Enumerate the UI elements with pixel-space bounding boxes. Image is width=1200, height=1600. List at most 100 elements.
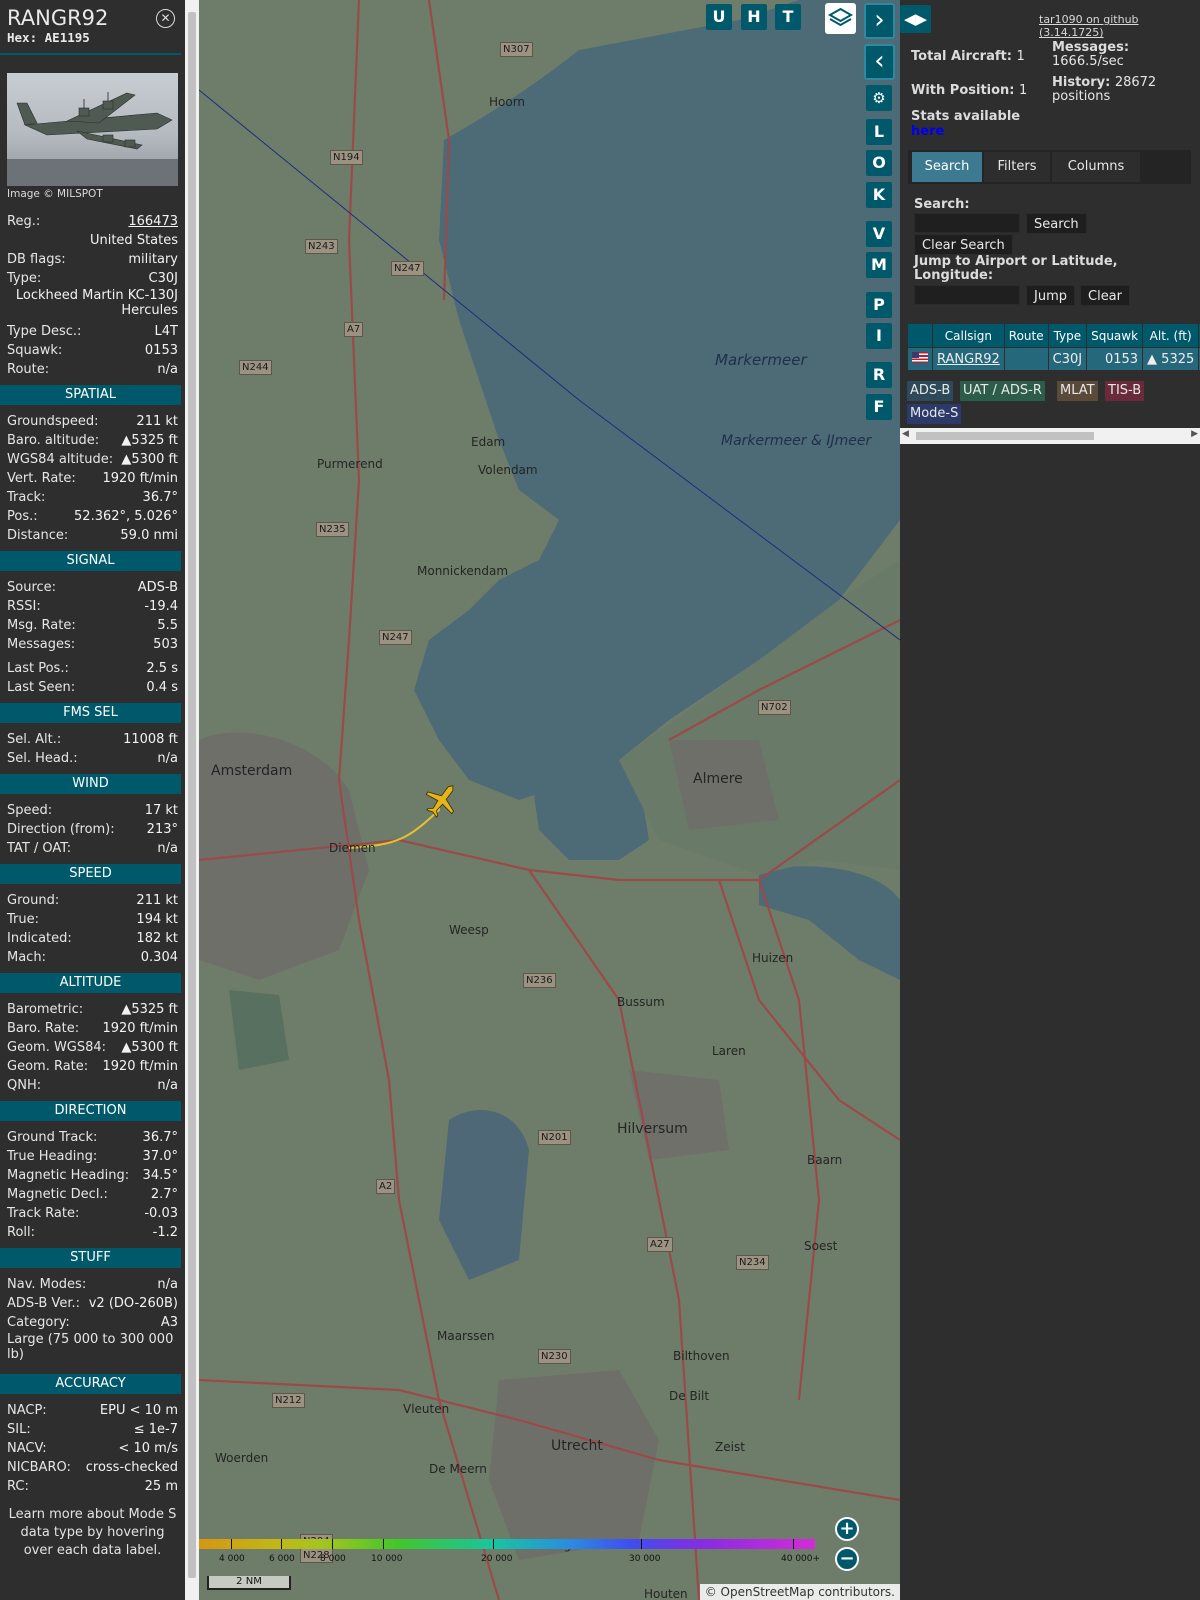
callsign-cell[interactable]: RANGR92 [932,347,1005,371]
info-label[interactable]: Sel. Alt.: [7,730,61,749]
info-label[interactable]: WGS84 altitude: [7,450,113,469]
info-label[interactable]: Vert. Rate: [7,469,76,488]
toggle-sidebar-icon[interactable]: ◀▶ [900,5,931,33]
map-button-u[interactable]: U [706,4,732,30]
details-list: Reg.: 166473 United States DB flags: militar… [0,212,185,379]
close-icon[interactable]: ✕ [156,9,175,28]
info-label[interactable]: Direction (from): [7,820,115,839]
map-button-h[interactable]: H [741,4,767,30]
expand-chevron-right-icon[interactable]: › [864,3,895,39]
info-label[interactable]: Ground Track: [7,1128,97,1147]
column-header[interactable]: Type [1047,323,1088,348]
info-label[interactable]: Speed: [7,801,52,820]
info-label[interactable]: Sel. Head.: [7,749,78,768]
messages-label: Messages: [1052,40,1130,55]
info-label[interactable]: ADS-B Ver.: [7,1294,80,1313]
search-input[interactable] [914,213,1020,233]
info-label[interactable]: Last Seen: [7,678,75,697]
info-label[interactable]: QNH: [7,1076,41,1095]
info-label[interactable]: Nav. Modes: [7,1275,86,1294]
clear-button[interactable]: Clear [1080,285,1130,306]
aircraft-list-panel: ◀▶ tar1090 on github (3.14.1725) Total A… [900,0,1200,1600]
info-label[interactable]: Source: [7,578,56,597]
info-label[interactable]: NACP: [7,1401,47,1420]
scroll-left-icon[interactable]: ◀ [902,429,909,439]
info-label[interactable]: Track: [7,488,45,507]
jump-input[interactable] [914,285,1020,305]
table-hscrollbar[interactable]: ◀ ▶ [900,428,1200,444]
info-label[interactable]: Geom. Rate: [7,1057,88,1076]
map-button-v[interactable]: V [866,221,892,247]
info-row: TAT / OAT: n/a [0,839,185,858]
info-label[interactable]: RC: [7,1477,29,1496]
attribution-rest: contributors. [814,1585,895,1599]
settings-gear-icon[interactable]: ⚙ [866,85,892,111]
info-label[interactable]: Baro. altitude: [7,431,99,450]
info-value: ADS-B [137,580,178,595]
info-label[interactable]: TAT / OAT: [7,839,71,858]
info-label[interactable]: Msg. Rate: [7,616,76,635]
tab-columns[interactable]: Columns [1052,152,1140,182]
column-header[interactable]: Callsign [932,323,1005,348]
info-label[interactable]: Indicated: [7,929,72,948]
info-label[interactable]: Category: [7,1313,70,1332]
aircraft-photo[interactable] [7,73,178,186]
search-button[interactable]: Search [1026,213,1087,234]
zoom-out-icon[interactable]: − [835,1547,859,1571]
info-label[interactable]: Baro. Rate: [7,1019,79,1038]
stats-link[interactable]: here [911,124,944,139]
info-label[interactable]: NICBARO: [7,1458,71,1477]
map-button-f[interactable]: F [866,394,892,420]
map-button-t[interactable]: T [775,4,801,30]
map-button-i[interactable]: I [866,323,892,349]
info-label[interactable]: NACV: [7,1439,47,1458]
table-row[interactable]: RANGR92 C30J 0153 ▲ 5325 [907,347,1200,371]
tab-filters[interactable]: Filters [984,152,1050,182]
github-link[interactable]: tar1090 on github (3.14.1725) [1039,13,1200,39]
info-label[interactable]: Barometric: [7,1000,83,1019]
info-label[interactable]: Mach: [7,948,46,967]
info-label[interactable]: SIL: [7,1420,31,1439]
tab-search[interactable]: Search [912,152,982,182]
map-button-r[interactable]: R [866,362,892,388]
info-label[interactable]: RSSI: [7,597,41,616]
info-scrollbar[interactable] [185,0,199,1600]
detail-value[interactable]: 166473 [128,212,178,231]
info-label[interactable]: Distance: [7,526,68,545]
map[interactable]: Hoorn Purmerend Edam Volendam Monnickendam Am… [199,0,900,1600]
info-label[interactable]: Track Rate: [7,1204,79,1223]
hscroll-thumb[interactable] [916,432,1094,440]
column-header[interactable]: Alt. (ft) [1142,323,1200,348]
info-label[interactable]: Geom. WGS84: [7,1038,106,1057]
jump-button[interactable]: Jump [1026,285,1075,306]
info-label[interactable]: Ground: [7,891,59,910]
map-button-k[interactable]: K [866,182,892,208]
map-button-o[interactable]: O [866,150,892,176]
info-label[interactable]: Last Pos.: [7,659,69,678]
info-label[interactable]: Messages: [7,635,75,654]
map-button-m[interactable]: M [866,252,892,278]
map-button-l[interactable]: L [866,119,892,145]
layers-icon[interactable] [825,3,856,34]
zoom-in-icon[interactable]: + [835,1517,859,1541]
scroll-right-icon[interactable]: ▶ [1191,429,1198,439]
callsign-link[interactable]: RANGR92 [937,352,1000,367]
osm-link[interactable]: OpenStreetMap [721,1585,815,1599]
scroll-thumb[interactable] [188,12,196,1578]
info-label[interactable]: Pos.: [7,507,38,526]
column-header[interactable]: Squawk [1086,323,1144,348]
info-label[interactable]: Groundspeed: [7,412,98,431]
map-button-p[interactable]: P [866,292,892,318]
info-label[interactable]: Magnetic Decl.: [7,1185,108,1204]
column-header[interactable]: Route [1003,323,1049,348]
detail-row: DB flags: military [0,250,185,269]
clear-search-button[interactable]: Clear Search [914,234,1013,255]
collapse-chevron-left-icon[interactable]: ‹ [864,44,895,80]
info-label[interactable]: True Heading: [7,1147,97,1166]
info-label[interactable]: True: [7,910,39,929]
info-label[interactable]: Roll: [7,1223,35,1242]
info-label[interactable]: Large (75 000 to 300 000 lb) [7,1332,178,1368]
place-label: Utrecht [551,1438,603,1454]
info-label[interactable]: Magnetic Heading: [7,1166,129,1185]
info-value: 52.362°, 5.026° [74,509,178,524]
